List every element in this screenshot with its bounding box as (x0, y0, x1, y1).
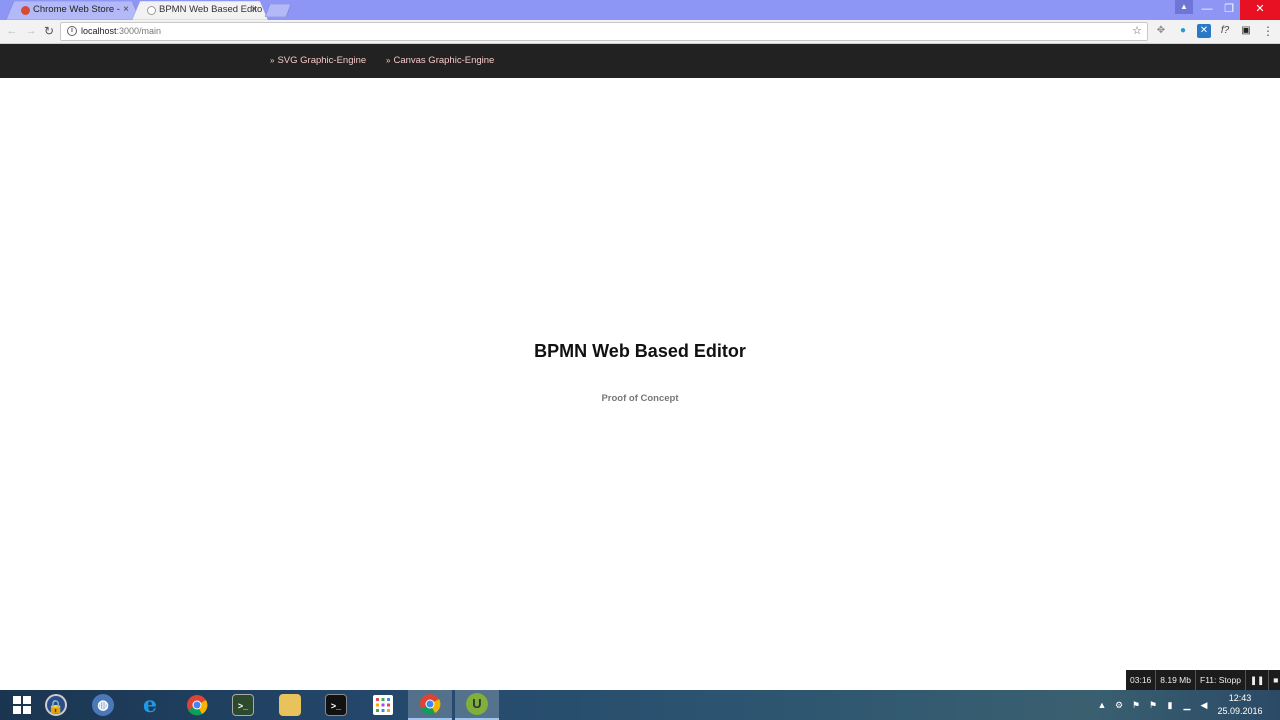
tray-flag-icon[interactable]: ⚑ (1130, 700, 1142, 711)
globe-extension-icon[interactable]: ● (1176, 24, 1190, 38)
nav-link-label: SVG Graphic-Engine (277, 55, 367, 66)
terminal-icon: >_ (232, 694, 254, 716)
profile-icon[interactable]: ▲ (1175, 0, 1193, 14)
chrome-logo-icon (187, 695, 208, 716)
x-extension-icon[interactable]: ✕ (1197, 24, 1211, 38)
close-icon[interactable]: ✕ (1240, 0, 1280, 20)
forward-icon[interactable]: → (24, 24, 38, 38)
page-title: BPMN Web Based Editor (534, 341, 746, 361)
lock-icon: 🔒 (45, 694, 67, 716)
back-icon[interactable]: ← (5, 24, 19, 38)
recorder-logo-icon: U (466, 693, 488, 715)
reload-icon[interactable]: ↻ (42, 24, 56, 38)
tray-volume-icon[interactable]: ◀ (1198, 700, 1210, 711)
stop-icon[interactable]: ■ (1269, 670, 1280, 690)
tab-title: BPMN Web Based Edito (159, 4, 263, 15)
grid-icon (373, 695, 393, 715)
extension-glyph: ● (1179, 25, 1187, 36)
globe-icon: ◍ (92, 694, 114, 716)
url-path: :3000/main (116, 26, 162, 36)
globe-app-icon[interactable]: ◍ (81, 690, 125, 720)
tray-signal-icon[interactable]: ▁ (1181, 700, 1193, 711)
browser-window: Chrome Web Store - × BPMN Web Based Edit… (0, 0, 1280, 720)
clock-time: 12:43 (1228, 693, 1252, 703)
move-icon[interactable]: ✥ (1154, 24, 1168, 38)
apps-grid-icon[interactable] (361, 690, 405, 720)
function-extension-icon[interactable]: f? (1218, 24, 1232, 38)
extension-glyph: ✕ (1197, 24, 1211, 38)
nav-link-svg-graphic-engine[interactable]: » SVG Graphic-Engine (270, 44, 366, 78)
tab-chrome-web-store[interactable]: Chrome Web Store - × (6, 1, 140, 20)
info-icon[interactable]: i (67, 26, 77, 36)
tray-network-app-icon[interactable]: ⚙ (1113, 700, 1125, 711)
extension-glyph: ▣ (1241, 25, 1251, 36)
pause-icon[interactable]: ❚❚ (1246, 670, 1270, 690)
new-tab-button[interactable] (265, 4, 291, 17)
address-bar[interactable]: i localhost:3000/main ☆ (60, 22, 1148, 41)
nav-link-label: Canvas Graphic-Engine (393, 55, 495, 66)
browser-toolbar: ← → ↻ i localhost:3000/main ☆ ✥ ● ✕ f? ▣… (0, 20, 1280, 44)
tab-close-icon[interactable]: × (248, 1, 260, 19)
chevron-right-icon: » (386, 56, 391, 65)
chrome-logo-icon (420, 694, 441, 715)
recorder-app-icon[interactable]: U (455, 690, 499, 720)
maximize-icon[interactable]: ❐ (1218, 0, 1240, 20)
system-clock[interactable]: 12:43 25.09.2016 (1210, 692, 1270, 718)
recorder-size: 8.19 Mb (1156, 670, 1196, 690)
recorder-hint: F11: Stopp (1196, 670, 1246, 690)
tray-expand-icon[interactable]: ▲ (1096, 700, 1108, 710)
file-explorer-icon[interactable] (268, 690, 312, 720)
page-navbar: » SVG Graphic-Engine » Canvas Graphic-Engi… (0, 44, 1280, 78)
window-controls: — ❐ ✕ (1196, 0, 1280, 20)
clock-date: 25.09.2016 (1217, 706, 1263, 716)
lock-app-icon[interactable]: 🔒 (34, 690, 78, 720)
command-prompt-icon[interactable]: >_ (314, 690, 358, 720)
tab-close-icon[interactable]: × (120, 1, 132, 19)
extension-glyph: ✥ (1156, 25, 1166, 36)
cmd-icon: >_ (325, 694, 347, 716)
taskbar: 🔒 ◍ e >_ >_ U ▲ ⚙ ⚑ ⚑ ▮ ▁ ◀ 12:43 25.09.… (0, 690, 1280, 720)
recorder-time: 03:16 (1126, 670, 1157, 690)
tray-action-center-icon[interactable]: ⚑ (1147, 700, 1159, 711)
chrome-active-icon[interactable] (408, 690, 452, 720)
loading-favicon-icon (147, 6, 156, 15)
bookmark-star-icon[interactable]: ☆ (1132, 23, 1142, 40)
tab-title: Chrome Web Store - (33, 4, 120, 15)
extension-glyph: f? (1220, 25, 1230, 36)
title-bar: Chrome Web Store - × BPMN Web Based Edit… (0, 0, 1280, 20)
internet-explorer-icon[interactable]: e (128, 690, 172, 720)
menu-icon[interactable]: ⋮ (1261, 24, 1275, 38)
url-text[interactable]: localhost:3000/main (81, 23, 161, 40)
minimize-icon[interactable]: — (1196, 0, 1218, 20)
tray-battery-icon[interactable]: ▮ (1164, 700, 1176, 711)
url-host: localhost (81, 26, 117, 36)
screen-extension-icon[interactable]: ▣ (1239, 24, 1253, 38)
terminal-green-icon[interactable]: >_ (221, 690, 265, 720)
chevron-right-icon: » (270, 56, 275, 65)
chrome-web-store-favicon-icon (21, 6, 30, 15)
folder-icon (279, 694, 301, 716)
recorder-status-bar: 03:16 8.19 Mb F11: Stopp ❚❚ ■ (1126, 670, 1280, 690)
chrome-icon[interactable] (175, 690, 219, 720)
ie-logo-icon: e (143, 692, 157, 718)
system-tray: ▲ ⚙ ⚑ ⚑ ▮ ▁ ◀ (1096, 690, 1210, 720)
windows-logo-icon (13, 696, 31, 714)
tab-bpmn-editor[interactable]: BPMN Web Based Edito × (132, 1, 268, 20)
nav-link-canvas-graphic-engine[interactable]: » Canvas Graphic-Engine (386, 44, 494, 78)
page-subtitle: Proof of Concept (601, 393, 679, 404)
